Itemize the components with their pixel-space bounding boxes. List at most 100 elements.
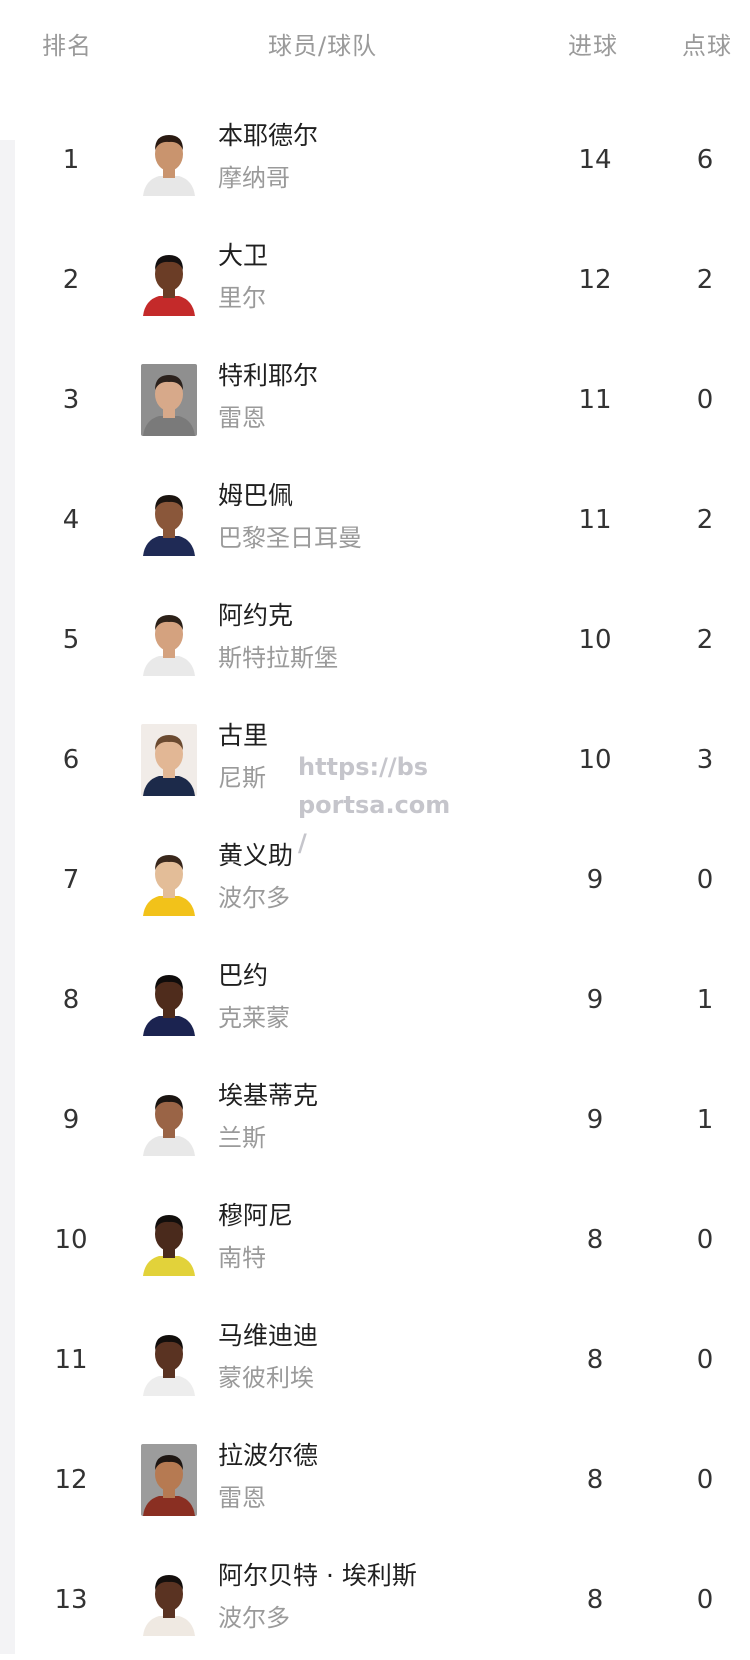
goals-value: 12 [578,265,612,295]
player-name[interactable]: 阿尔贝特 · 埃利斯 [218,1556,417,1592]
penalties-value: 1 [696,1105,714,1135]
player-avatar-icon [141,1204,197,1276]
player-name[interactable]: 古里 [218,716,268,752]
player-avatar-icon [141,1084,197,1156]
penalties-value: 0 [696,1585,714,1615]
penalties-value: 3 [696,745,714,775]
team-name[interactable]: 雷恩 [218,1478,266,1513]
table-row[interactable]: 1 本耶德尔 摩纳哥 14 6 [0,100,750,220]
player-avatar-icon [141,364,197,436]
rank-value: 1 [62,145,80,175]
player-avatar-icon [141,1564,197,1636]
penalties-value: 1 [696,985,714,1015]
table-row[interactable]: 8 巴约克莱蒙 9 1 [0,940,750,1060]
penalties-value: 2 [696,505,714,535]
goals-value: 8 [586,1465,604,1495]
player-photo[interactable] [141,1204,197,1276]
player-name[interactable]: 大卫 [218,236,268,272]
watermark: https://bs portsa.com / [298,748,450,862]
header-rank[interactable]: 排名 [42,26,92,61]
table-row[interactable]: 12 拉波尔德雷恩 8 0 [0,1420,750,1540]
player-name[interactable]: 马维迪迪 [218,1316,318,1352]
team-name[interactable]: 克莱蒙 [218,998,290,1033]
player-avatar-icon [141,604,197,676]
player-name[interactable]: 拉波尔德 [218,1436,318,1472]
team-name[interactable]: 摩纳哥 [218,158,290,193]
player-photo[interactable] [141,964,197,1036]
team-name[interactable]: 蒙彼利埃 [218,1358,314,1393]
goals-value: 10 [578,745,612,775]
player-name[interactable]: 埃基蒂克 [218,1076,318,1112]
player-name[interactable]: 黄义助 [218,836,293,872]
player-name[interactable]: 阿约克 [218,596,293,632]
rank-value: 11 [54,1345,88,1375]
goals-value: 9 [586,985,604,1015]
watermark-line-1: https://bs [298,753,429,781]
goals-value: 8 [586,1225,604,1255]
team-name[interactable]: 波尔多 [218,1598,290,1633]
rank-value: 9 [62,1105,80,1135]
rank-value: 3 [62,385,80,415]
player-photo[interactable] [141,1564,197,1636]
rank-value: 6 [62,745,80,775]
player-photo[interactable] [141,844,197,916]
watermark-line-2: portsa.com [298,791,451,819]
team-name[interactable]: 斯特拉斯堡 [218,638,338,673]
rank-value: 13 [54,1585,88,1615]
goals-value: 11 [578,385,612,415]
goals-value: 11 [578,505,612,535]
table-row[interactable]: 10 穆阿尼 南特 8 0 [0,1180,750,1300]
player-avatar-icon [141,124,197,196]
table-row[interactable]: 3 特利耶尔 雷恩 11 0 [0,340,750,460]
table-row[interactable]: 9 埃基蒂克 兰斯 9 1 [0,1060,750,1180]
rank-value: 12 [54,1465,88,1495]
team-name[interactable]: 尼斯 [218,758,266,793]
header-goals[interactable]: 进球 [568,26,618,61]
player-photo[interactable] [141,1084,197,1156]
player-photo[interactable] [141,484,197,556]
player-photo[interactable] [141,124,197,196]
player-name[interactable]: 本耶德尔 [218,116,318,152]
rank-value: 10 [54,1225,88,1255]
header-player-team[interactable]: 球员/球队 [268,26,377,61]
player-avatar-icon [141,244,197,316]
player-photo[interactable] [141,244,197,316]
team-name[interactable]: 巴黎圣日耳曼 [218,518,362,553]
player-photo[interactable] [141,364,197,436]
table-row[interactable]: 13 阿尔贝特 · 埃利斯 波尔多 8 0 [0,1540,750,1660]
rank-value: 8 [62,985,80,1015]
penalties-value: 0 [696,1345,714,1375]
player-avatar-icon [141,964,197,1036]
penalties-value: 2 [696,625,714,655]
player-name[interactable]: 特利耶尔 [218,356,318,392]
penalties-value: 0 [696,1465,714,1495]
goals-value: 9 [586,865,604,895]
player-photo[interactable] [141,1444,197,1516]
table-row[interactable]: 11 马维迪迪蒙彼利埃 8 0 [0,1300,750,1420]
team-name[interactable]: 波尔多 [218,878,290,913]
table-row[interactable]: 2 大卫 里尔 12 2 [0,220,750,340]
team-name[interactable]: 里尔 [218,278,266,313]
goals-value: 8 [586,1345,604,1375]
table-row[interactable]: 4 姆巴佩 巴黎圣日耳曼 11 2 [0,460,750,580]
player-avatar-icon [141,484,197,556]
player-photo[interactable] [141,1324,197,1396]
goals-value: 8 [586,1585,604,1615]
scorer-list: 1 本耶德尔 摩纳哥 14 6 2 大卫 里尔 12 2 3 特利耶尔 雷恩 11 0 4 姆巴佩 巴黎圣日耳曼 1… [0,100,750,1660]
player-photo[interactable] [141,604,197,676]
penalties-value: 2 [696,265,714,295]
player-name[interactable]: 姆巴佩 [218,476,293,512]
table-header: 排名 球员/球队 进球 点球 [0,0,750,100]
team-name[interactable]: 兰斯 [218,1118,266,1153]
rank-value: 5 [62,625,80,655]
goals-value: 10 [578,625,612,655]
player-avatar-icon [141,724,197,796]
team-name[interactable]: 雷恩 [218,398,266,433]
player-name[interactable]: 巴约 [218,956,268,992]
header-penalties[interactable]: 点球 [682,26,732,61]
player-avatar-icon [141,1324,197,1396]
player-photo[interactable] [141,724,197,796]
team-name[interactable]: 南特 [218,1238,266,1273]
table-row[interactable]: 5 阿约克斯特拉斯堡 10 2 [0,580,750,700]
player-name[interactable]: 穆阿尼 [218,1196,293,1232]
